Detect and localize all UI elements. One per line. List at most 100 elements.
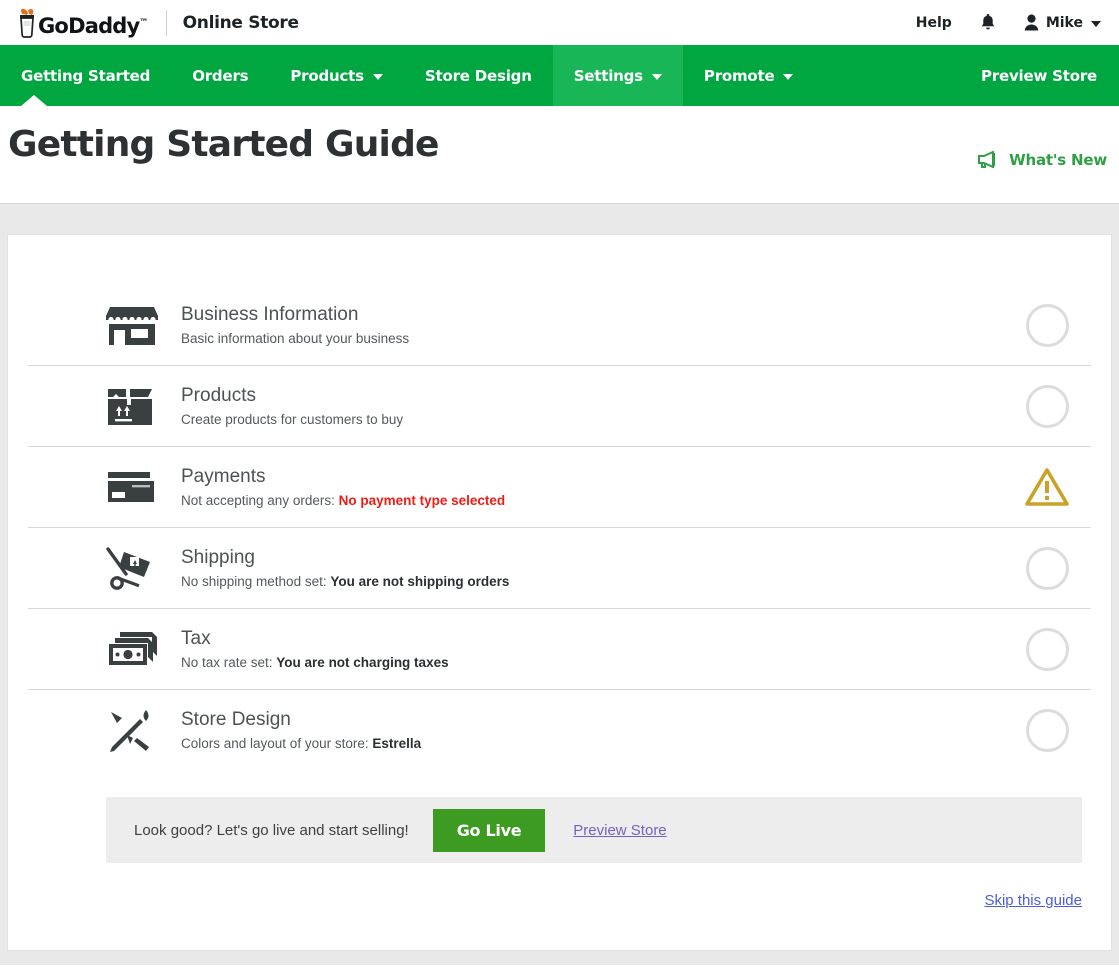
header-right-group: Help Mike [916,13,1101,32]
nav-item-settings[interactable]: Settings [553,45,683,106]
user-name-label: Mike [1046,15,1083,31]
checklist-item-subtitle: No shipping method set: You are not ship… [181,573,1012,591]
checklist-item-store-design[interactable]: Store Design Colors and layout of your s… [28,690,1091,771]
main-navigation-bar: Getting Started Orders Products Store De… [0,45,1119,106]
getting-started-card: Business Information Basic information a… [7,234,1112,951]
nav-label: Promote [704,67,775,85]
chevron-down-icon [1091,21,1101,27]
status-indicator-warning [1012,467,1082,507]
checklist-item-title: Payments [181,465,1012,489]
checklist-item-text: Business Information Basic information a… [162,303,1012,347]
godaddy-logo[interactable]: GoDaddy™ [14,8,152,38]
checklist-item-shipping[interactable]: Shipping No shipping method set: You are… [28,528,1091,609]
checklist-item-text: Products Create products for customers t… [162,384,1012,428]
chevron-down-icon [652,74,662,80]
help-link[interactable]: Help [916,15,952,31]
nav-label: Getting Started [21,67,150,85]
go-live-bar: Look good? Let's go live and start selli… [106,797,1082,863]
nav-preview-store-link[interactable]: Preview Store [981,67,1097,85]
banknotes-icon-glyph [106,629,160,669]
brand-area[interactable]: GoDaddy™ [14,8,152,38]
checklist-item-title: Products [181,384,1012,408]
checklist-item-status-text: Estrella [372,736,421,751]
nav-item-promote[interactable]: Promote [683,45,815,106]
nav-label: Products [290,67,364,85]
status-circle-icon [1026,628,1069,671]
go-live-button[interactable]: Go Live [433,809,546,852]
user-avatar-icon [1024,14,1039,31]
chevron-down-icon [783,74,793,80]
nav-label: Store Design [425,67,532,85]
status-circle-icon [1026,385,1069,428]
checklist-item-payments[interactable]: Payments Not accepting any orders: No pa… [28,447,1091,528]
hand-truck-icon-glyph [106,546,158,590]
checklist-item-subtitle: Basic information about your business [181,330,1012,348]
checklist-item-title: Shipping [181,546,1012,570]
checklist-item-subtitle: Colors and layout of your store: Estrell… [181,735,1012,753]
checklist-item-status-text: You are not charging taxes [276,655,448,670]
checklist-item-subtitle: Create products for customers to buy [181,411,1012,429]
storefront-icon [106,305,162,345]
status-circle-icon [1026,547,1069,590]
credit-card-icon-glyph [106,468,156,506]
hand-truck-icon [106,546,162,590]
bell-icon-glyph [980,13,996,32]
paintbrush-pencil-icon-glyph [106,708,156,754]
nav-item-orders[interactable]: Orders [171,45,269,106]
nav-label: Settings [574,67,643,85]
checklist-item-text: Tax No tax rate set: You are not chargin… [162,627,1012,671]
credit-card-icon [106,468,162,506]
checklist: Business Information Basic information a… [28,285,1091,771]
whats-new-link[interactable]: What's New [978,151,1109,169]
chevron-down-icon [373,74,383,80]
status-indicator-incomplete [1012,628,1082,671]
status-indicator-incomplete [1012,709,1082,752]
nav-item-store-design[interactable]: Store Design [404,45,553,106]
checklist-item-status-text: No payment type selected [339,493,506,508]
nav-item-products[interactable]: Products [269,45,404,106]
banknotes-icon [106,629,162,669]
preview-store-link[interactable]: Preview Store [573,822,666,839]
nav-right-group: Preview Store [981,45,1103,106]
skip-this-guide-link[interactable]: Skip this guide [984,892,1082,909]
skip-guide-row: Skip this guide [28,863,1091,909]
app-name-label: Online Store [183,13,299,33]
warning-triangle-icon [1025,467,1069,507]
top-header-bar: GoDaddy™ Online Store Help Mike [0,0,1119,45]
checklist-item-title: Tax [181,627,1012,651]
godaddy-wordmark: GoDaddy™ [38,16,148,37]
nav-label: Orders [192,67,248,85]
storefront-icon-glyph [106,305,158,345]
status-indicator-incomplete [1012,547,1082,590]
status-circle-icon [1026,709,1069,752]
brand-divider [166,10,167,36]
status-indicator-incomplete [1012,385,1082,428]
nav-items-group: Getting Started Orders Products Store De… [0,45,814,106]
checklist-item-text: Shipping No shipping method set: You are… [162,546,1012,590]
checklist-item-subtitle: No tax rate set: You are not charging ta… [181,654,1012,672]
bell-icon[interactable] [980,13,996,32]
checklist-item-title: Store Design [181,708,1012,732]
paintbrush-pencil-icon [106,708,162,754]
checklist-item-business-information[interactable]: Business Information Basic information a… [28,285,1091,366]
active-tab-notch-icon [21,95,47,106]
checklist-item-title: Business Information [181,303,1012,327]
nav-item-getting-started[interactable]: Getting Started [0,45,171,106]
user-menu[interactable]: Mike [1024,14,1101,31]
status-circle-icon [1026,304,1069,347]
page-body: Business Information Basic information a… [0,234,1119,958]
checklist-item-products[interactable]: Products Create products for customers t… [28,366,1091,447]
status-indicator-incomplete [1012,304,1082,347]
checklist-item-text: Store Design Colors and layout of your s… [162,708,1012,752]
checklist-item-text: Payments Not accepting any orders: No pa… [162,465,1012,509]
package-box-icon-glyph [106,385,154,427]
go-live-prompt: Look good? Let's go live and start selli… [134,822,409,839]
page-title-strip: Getting Started Guide What's New [0,106,1119,203]
checklist-item-status-text: You are not shipping orders [330,574,509,589]
checklist-item-tax[interactable]: Tax No tax rate set: You are not chargin… [28,609,1091,690]
godaddy-logo-mark [14,8,40,38]
whats-new-label: What's New [1009,151,1107,169]
megaphone-icon [978,151,1000,168]
page-title: Getting Started Guide [8,124,439,165]
checklist-item-subtitle: Not accepting any orders: No payment typ… [181,492,1012,510]
